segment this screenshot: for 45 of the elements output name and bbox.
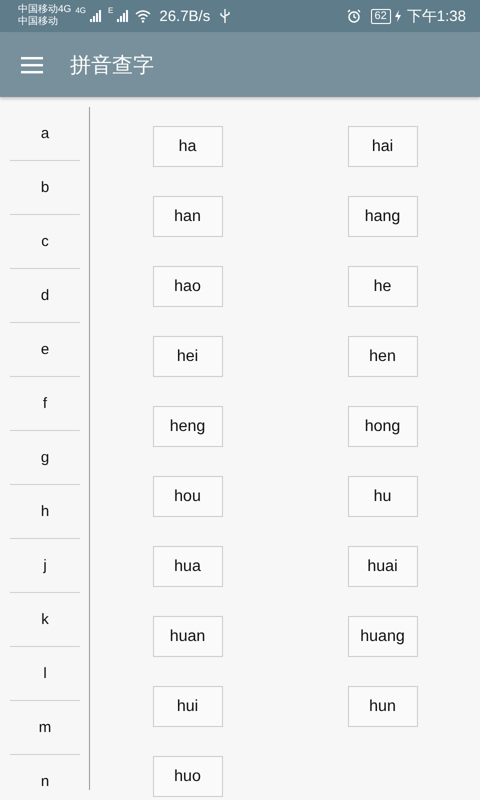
syllable-button[interactable]: huo [152,756,222,797]
letter-item[interactable]: g [10,431,80,485]
charging-icon [394,10,401,22]
usb-icon [220,9,230,23]
app-title: 拼音查字 [70,52,154,78]
syllable-button[interactable]: hou [152,476,222,517]
letter-item[interactable]: l [10,647,80,701]
syllable-button[interactable]: hun [348,686,418,727]
letter-item[interactable]: k [10,593,80,647]
letter-item[interactable]: b [10,161,80,215]
letter-item[interactable]: a [10,107,80,161]
syllable-button[interactable]: hong [348,406,418,447]
syllable-button[interactable]: hai [348,126,418,167]
network-speed: 26.7B/s [159,8,210,24]
wifi-icon [135,10,152,22]
letter-item[interactable]: j [10,539,80,593]
letter-item[interactable]: e [10,323,80,377]
letter-item[interactable]: d [10,269,80,323]
syllable-button[interactable]: hei [152,336,222,377]
syllable-button[interactable]: hu [348,476,418,517]
battery-level: 62 [370,8,391,24]
letter-item[interactable]: m [10,701,80,755]
syllable-button[interactable]: huang [348,616,418,657]
alarm-icon [346,9,361,23]
network-type: 4G [75,6,86,15]
syllable-button[interactable]: hui [152,686,222,727]
syllable-button[interactable]: ha [152,126,222,167]
syllable-button[interactable]: han [152,196,222,237]
carrier-name: 中国移动4G [18,4,72,16]
clock: 下午1:38 [406,6,466,26]
letter-item[interactable]: h [10,485,80,539]
syllable-button[interactable]: hang [348,196,418,237]
carrier-name: 中国移动 [18,16,59,28]
syllable-button[interactable]: heng [152,406,222,447]
syllable-button[interactable]: hen [348,336,418,377]
syllable-button[interactable]: huan [152,616,222,657]
menu-icon[interactable] [21,56,43,74]
syllable-button[interactable]: he [348,266,418,307]
letter-item[interactable]: f [10,377,80,431]
network-type: E [108,6,114,15]
letter-item[interactable]: c [10,215,80,269]
letter-item[interactable]: n [10,755,80,800]
syllable-button[interactable]: hao [152,266,222,307]
syllable-button[interactable]: hua [152,546,222,587]
syllable-button[interactable]: huai [348,546,418,587]
